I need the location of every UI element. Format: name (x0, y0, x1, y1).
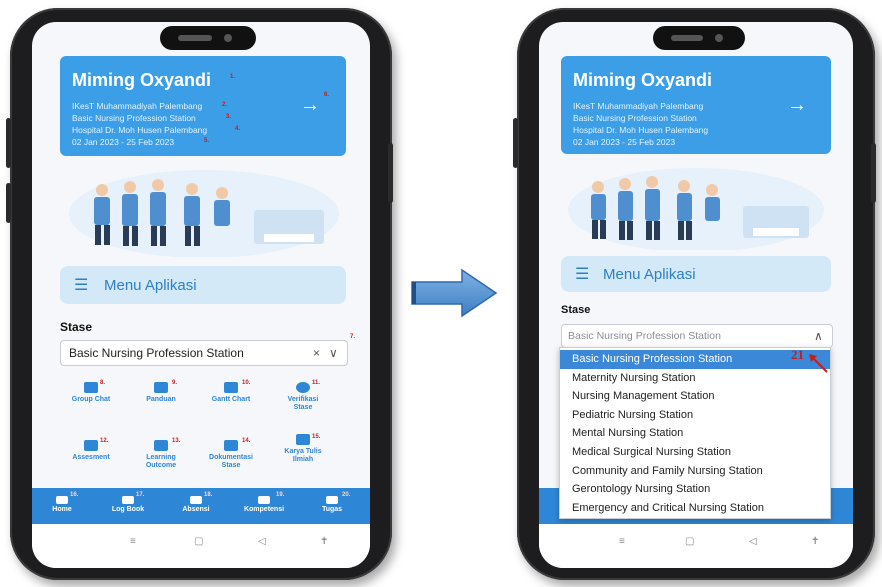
option-pediatric-nursing[interactable]: Pediatric Nursing Station (560, 406, 830, 425)
competence-icon (258, 496, 270, 504)
nav-log-book[interactable]: Log Book (104, 496, 152, 513)
book-icon (122, 496, 134, 504)
calendar-icon (224, 382, 238, 393)
profile-card: Miming Oxyandi 1. IKesT Muhammadiyah Pal… (60, 56, 346, 156)
user-name: Miming Oxyandi (573, 70, 713, 90)
option-gerontology[interactable]: Gerontology Nursing Station (560, 480, 830, 499)
logout-icon[interactable]: → (300, 94, 320, 117)
hospital-text: Hospital Dr. Moh Husen Palembang (72, 125, 208, 135)
stase-select[interactable]: Basic Nursing Profession Station ∧ (561, 324, 833, 348)
hamburger-menu-icon: ☰ (575, 266, 590, 283)
nav-tugas[interactable]: Tugas (308, 496, 356, 513)
menu-title: Menu Aplikasi (104, 277, 197, 294)
home-system-icon[interactable]: ▢ (685, 536, 694, 547)
stase-selected-value: Basic Nursing Profession Station (568, 330, 721, 342)
hamburger-menu-icon: ☰ (74, 277, 89, 294)
menu-title: Menu Aplikasi (603, 266, 696, 283)
back-icon[interactable]: ◁ (258, 536, 266, 547)
image-icon (224, 440, 238, 451)
stase-select[interactable]: Basic Nursing Profession Station × ∨ (60, 340, 348, 366)
system-navigation-bar: ≡ ▢ ◁ ✝ (539, 524, 853, 568)
bottom-navigation: Home 16. Log Book 17. Absensi 18. Kompet… (32, 488, 370, 524)
option-mental-nursing[interactable]: Mental Nursing Station (560, 424, 830, 443)
station-text: Basic Nursing Profession Station (72, 113, 196, 123)
option-maternity-nursing[interactable]: Maternity Nursing Station (560, 369, 830, 388)
attendance-icon (190, 496, 202, 504)
recent-apps-icon[interactable]: ≡ (619, 536, 625, 547)
camera-notch (160, 26, 256, 50)
back-icon[interactable]: ◁ (749, 536, 757, 547)
profile-card: Miming Oxyandi IKesT Muhammadiyah Palemb… (561, 56, 831, 154)
karya-tulis-ilmiah-button[interactable]: Karya Tulis Ilmiah (278, 434, 328, 464)
hospital-text: Hospital Dr. Moh Husen Palembang (573, 125, 709, 135)
option-medical-surgical[interactable]: Medical Surgical Nursing Station (560, 443, 830, 462)
annotation-arrow-icon (809, 354, 828, 373)
option-community-family[interactable]: Community and Family Nursing Station (560, 462, 830, 481)
panduan-button[interactable]: Panduan (136, 382, 186, 404)
screen-after: Miming Oxyandi IKesT Muhammadiyah Palemb… (539, 22, 853, 568)
option-emergency-critical[interactable]: Emergency and Critical Nursing Station (560, 499, 830, 518)
transition-arrow (411, 268, 498, 318)
date-range-text: 02 Jan 2023 - 25 Feb 2023 (72, 137, 175, 147)
people-icon (296, 434, 310, 445)
learning-outcome-button[interactable]: Learning Outcome (136, 440, 186, 470)
check-circle-icon (296, 382, 310, 393)
menu-aplikasi-bar[interactable]: ☰ Menu Aplikasi (60, 266, 346, 304)
stase-label: Stase (561, 304, 591, 316)
nav-absensi[interactable]: Absensi (172, 496, 220, 513)
document-icon (154, 382, 168, 393)
station-text: Basic Nursing Profession Station (573, 113, 697, 123)
stase-selected-value: Basic Nursing Profession Station (69, 346, 244, 360)
group-chat-button[interactable]: Group Chat (66, 382, 116, 404)
option-basic-nursing[interactable]: Basic Nursing Profession Station (560, 350, 830, 369)
menu-aplikasi-bar[interactable]: ☰ Menu Aplikasi (561, 256, 831, 292)
arrow-up-icon (154, 440, 168, 451)
home-system-icon[interactable]: ▢ (194, 536, 203, 547)
camera-notch (653, 26, 745, 50)
accessibility-icon[interactable]: ✝ (811, 536, 819, 547)
phone-frame-before: Miming Oxyandi 1. IKesT Muhammadiyah Pal… (6, 8, 393, 580)
home-icon (56, 496, 68, 504)
user-name: Miming Oxyandi (72, 70, 212, 90)
annotation-number: 21 (791, 347, 804, 362)
verifikasi-stase-button[interactable]: Verifikasi Stase (278, 382, 328, 412)
dokumentasi-stase-button[interactable]: Dokumentasi Stase (206, 440, 256, 470)
institution-text: IKesT Muhammadiyah Palembang (72, 101, 203, 111)
chevron-up-icon[interactable]: ∧ (814, 329, 823, 343)
system-navigation-bar: ≡ ▢ ◁ ✝ (32, 524, 370, 568)
recent-apps-icon[interactable]: ≡ (130, 536, 136, 547)
stase-label: Stase (60, 320, 93, 334)
assesment-button[interactable]: Assesment (66, 440, 116, 462)
stase-dropdown-list: Basic Nursing Profession Station Materni… (559, 347, 831, 519)
nav-kompetensi[interactable]: Kompetensi (240, 496, 288, 513)
staff-illustration (69, 170, 339, 257)
logout-icon[interactable]: → (787, 94, 807, 117)
staff-illustration (568, 168, 824, 250)
date-range-text: 02 Jan 2023 - 25 Feb 2023 (573, 137, 676, 147)
institution-text: IKesT Muhammadiyah Palembang (573, 101, 704, 111)
screen-before: Miming Oxyandi 1. IKesT Muhammadiyah Pal… (32, 22, 370, 568)
accessibility-icon[interactable]: ✝ (320, 536, 328, 547)
nav-home[interactable]: Home (38, 496, 86, 513)
list-icon (326, 496, 338, 504)
chat-icon (84, 382, 98, 393)
clear-icon[interactable]: × (313, 346, 320, 360)
phone-frame-after: Miming Oxyandi IKesT Muhammadiyah Palemb… (513, 8, 876, 580)
option-nursing-management[interactable]: Nursing Management Station (560, 387, 830, 406)
table-icon (84, 440, 98, 451)
chevron-down-icon[interactable]: ∨ (329, 346, 338, 360)
